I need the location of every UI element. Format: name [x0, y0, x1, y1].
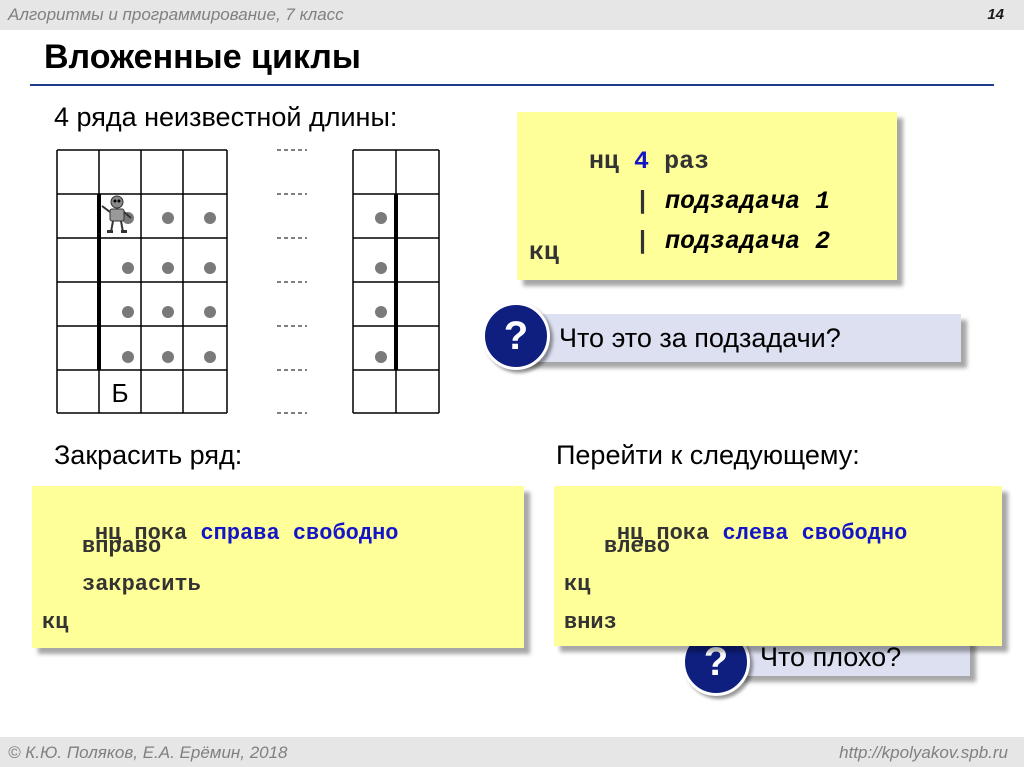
question-mark-icon: ? [482, 302, 550, 370]
question-text-2: Что плохо? [760, 642, 902, 672]
paint-row-code: нц пока справа свободно вправо закрасить… [32, 486, 524, 648]
painted-cell-marks [122, 212, 387, 363]
footer-authors: © К.Ю. Поляков, Е.А. Ерёмин, 2018 [8, 743, 288, 762]
header-bar: Алгоритмы и программирование, 7 класс 14 [0, 0, 1024, 30]
task-label: 4 ряда неизвестной длины: [54, 102, 398, 132]
title-divider [30, 84, 994, 86]
grid-dashed-gaps [277, 149, 307, 414]
main-loop-code: нц 4 раз | подзадача 1 | подзадача 2 кц [517, 112, 897, 280]
grid-lines [56, 149, 440, 414]
slide-title: Вложенные циклы [44, 38, 361, 76]
question-panel: Что это за подзадачи? [505, 314, 961, 362]
page-number: 14 [987, 6, 1004, 23]
footer-bar: © К.Ю. Поляков, Е.А. Ерёмин, 2018 http:/… [0, 737, 1024, 767]
next-row-code: нц пока слева свободно влево кц вниз [554, 486, 1002, 646]
footer-url[interactable]: http://kpolyakov.spb.ru [839, 743, 1008, 763]
next-row-label: Перейти к следующему: [556, 440, 860, 470]
robot-field: Б [56, 149, 440, 414]
finish-cell-label: Б [111, 378, 128, 408]
paint-row-label: Закрасить ряд: [54, 440, 243, 470]
course-name: Алгоритмы и программирование, 7 класс [8, 5, 344, 24]
question-text: Что это за подзадачи? [559, 323, 841, 353]
robot-icon [101, 195, 132, 233]
